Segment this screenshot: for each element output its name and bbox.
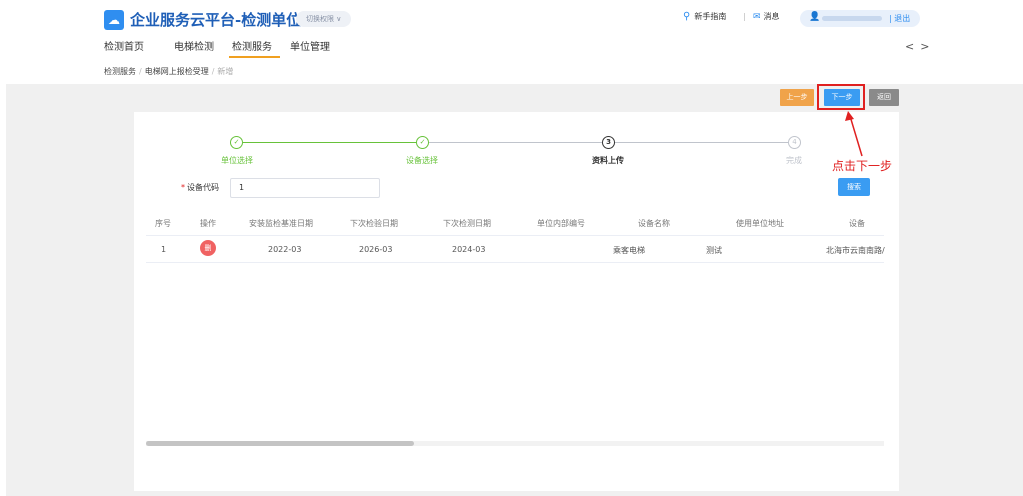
cell-address: 北海市云南南路/	[826, 246, 885, 255]
column-header: 操作	[200, 219, 216, 228]
chevron-left-icon[interactable]: <	[905, 40, 920, 53]
mail-icon: ✉	[753, 12, 761, 22]
annotation-text: 点击下一步	[832, 159, 893, 173]
redacted-username	[822, 16, 882, 21]
step-4-number-icon: 4	[788, 136, 801, 149]
column-header: 下次检验日期	[350, 219, 398, 228]
chevron-right-icon[interactable]: >	[920, 40, 935, 53]
location-pin-icon: ⚲	[683, 11, 691, 22]
breadcrumb-current: 新增	[217, 67, 234, 76]
column-header: 单位内部编号	[537, 219, 585, 228]
back-button[interactable]: 返回	[869, 89, 899, 106]
column-header: 序号	[155, 219, 171, 228]
user-menu[interactable]: 👤 | 退出	[800, 10, 920, 27]
nav-arrows: <>	[905, 40, 935, 53]
search-button[interactable]: 搜索	[838, 178, 870, 196]
cell-install-date: 2022-03	[268, 245, 302, 254]
message-link[interactable]: ✉ 消息	[753, 11, 780, 22]
nav-item-home[interactable]: 检测首页	[104, 38, 144, 53]
device-code-input[interactable]: 1	[230, 178, 380, 198]
guide-link[interactable]: ⚲ 新手指南	[683, 11, 726, 22]
column-header: 下次检测日期	[443, 219, 491, 228]
step-connector	[615, 142, 788, 143]
nav-active-indicator	[229, 56, 280, 58]
table-header-divider	[146, 235, 884, 236]
table-row-divider	[146, 262, 884, 263]
breadcrumb-separator: /	[139, 67, 142, 76]
step-3-label: 资料上传	[592, 156, 624, 165]
step-2-label: 设备选择	[406, 156, 438, 165]
form-card	[134, 112, 899, 491]
breadcrumb-item[interactable]: 电梯网上报检受理	[145, 67, 209, 76]
switch-permission-dropdown[interactable]: 切换权限 ∨	[296, 11, 352, 27]
step-connector	[243, 142, 416, 143]
breadcrumb-separator: /	[211, 67, 215, 76]
step-4-label: 完成	[786, 156, 802, 165]
delete-icon[interactable]: 删	[200, 240, 216, 256]
step-1-label: 单位选择	[221, 156, 253, 165]
step-1-check-icon: ✓	[230, 136, 243, 149]
column-header: 安装监检基准日期	[249, 219, 313, 228]
breadcrumb: 检测服务 / 电梯网上报检受理 / 新增	[104, 66, 233, 77]
cell-next-test: 2024-03	[452, 245, 486, 254]
required-marker: *	[181, 183, 185, 192]
step-connector	[429, 142, 602, 143]
column-header: 设备	[849, 219, 865, 228]
step-2-check-icon: ✓	[416, 136, 429, 149]
cell-next-inspection: 2026-03	[359, 245, 393, 254]
app-title: 企业服务云平台-检测单位	[130, 11, 302, 29]
step-3-number-icon: 3	[602, 136, 615, 149]
nav-item-inspection-service[interactable]: 检测服务	[232, 38, 272, 53]
cell-index: 1	[161, 245, 167, 254]
nav-item-elevator-inspection[interactable]: 电梯检测	[174, 38, 214, 53]
column-header: 使用单位地址	[736, 219, 784, 228]
annotation-arrow-icon	[845, 111, 863, 157]
guide-label: 新手指南	[694, 12, 727, 21]
cell-device-name: 乘客电梯	[613, 246, 645, 255]
device-code-label-text: 设备代码	[187, 183, 219, 192]
breadcrumb-item[interactable]: 检测服务	[104, 67, 136, 76]
column-header: 设备名称	[638, 219, 670, 228]
user-icon: 👤	[809, 12, 821, 22]
device-code-label: * 设备代码	[181, 182, 219, 193]
cell-extra: 测试	[706, 246, 722, 255]
nav-item-unit-management[interactable]: 单位管理	[290, 38, 330, 53]
top-header: ☁ 企业服务云平台-检测单位 切换权限 ∨ ⚲ 新手指南 | ✉ 消息 👤 | 退出…	[0, 0, 1023, 84]
app-logo-icon: ☁	[104, 10, 124, 30]
divider: |	[743, 12, 746, 21]
scrollbar-thumb[interactable]	[146, 441, 414, 446]
prev-step-button[interactable]: 上一步	[780, 89, 814, 106]
highlight-annotation-box	[817, 84, 865, 110]
logout-link[interactable]: | 退出	[889, 13, 910, 24]
message-label: 消息	[763, 12, 780, 21]
